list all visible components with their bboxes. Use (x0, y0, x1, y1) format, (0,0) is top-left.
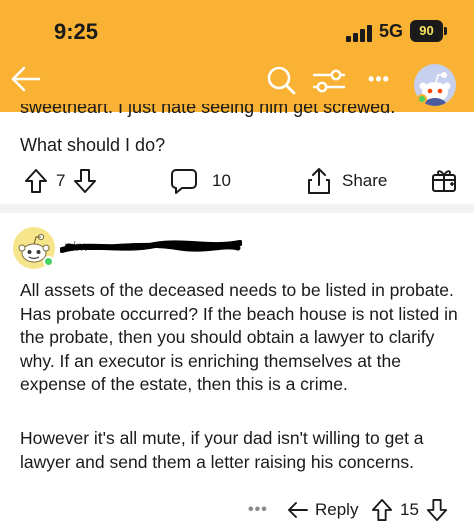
back-button[interactable] (8, 62, 42, 96)
back-arrow-icon (11, 66, 41, 92)
battery-icon: 90 (410, 20, 443, 42)
more-icon: ••• (368, 68, 390, 89)
commenter-online-dot (43, 256, 54, 267)
sort-button[interactable] (311, 64, 347, 98)
share-label: Share (342, 171, 388, 190)
more-icon: ••• (248, 501, 268, 518)
comment-bubble-icon (171, 169, 197, 194)
status-time: 9:25 (54, 19, 99, 44)
reply-arrow-icon (288, 502, 308, 518)
comment-paragraph: However it's all mute, if your dad isn't… (20, 428, 424, 472)
reply-button[interactable]: Reply (287, 496, 358, 524)
post-body-last-line: What should I do? (20, 135, 166, 155)
downvote-icon[interactable] (73, 168, 97, 194)
upvote-icon[interactable] (24, 168, 48, 194)
comment-count: 10 (212, 171, 231, 190)
downvote-icon[interactable] (426, 498, 448, 522)
reply-label: Reply (315, 500, 359, 519)
signal-icon (346, 25, 372, 42)
share-icon (308, 168, 330, 194)
battery-tip (444, 27, 447, 35)
share-button[interactable]: Share (306, 166, 387, 196)
more-options-button[interactable]: ••• (364, 66, 394, 92)
upvote-icon[interactable] (371, 498, 393, 522)
search-button[interactable] (262, 62, 300, 98)
sort-filter-icon (312, 69, 346, 93)
comment-vote-bar: 15 (371, 496, 448, 524)
redaction-scribble (60, 240, 242, 253)
comment-more-button[interactable]: ••• (248, 496, 268, 524)
section-divider (0, 204, 474, 213)
post-vote-count: 7 (56, 171, 66, 190)
search-icon (267, 66, 296, 95)
app-header: 9:25 5G 90 ••• (0, 0, 474, 112)
comment-paragraph: All assets of the deceased needs to be l… (20, 280, 458, 394)
award-gift-icon[interactable] (431, 167, 457, 193)
network-type: 5G (379, 21, 404, 41)
comments-button[interactable]: 10 (170, 166, 231, 196)
post-vote-bar: 7 (24, 166, 97, 196)
post-body-cutoff: sweetheart. I just hate seeing him get s… (20, 104, 396, 117)
comment-vote-count: 15 (400, 500, 419, 519)
battery-level: 90 (419, 23, 434, 38)
online-status-dot (417, 94, 427, 104)
